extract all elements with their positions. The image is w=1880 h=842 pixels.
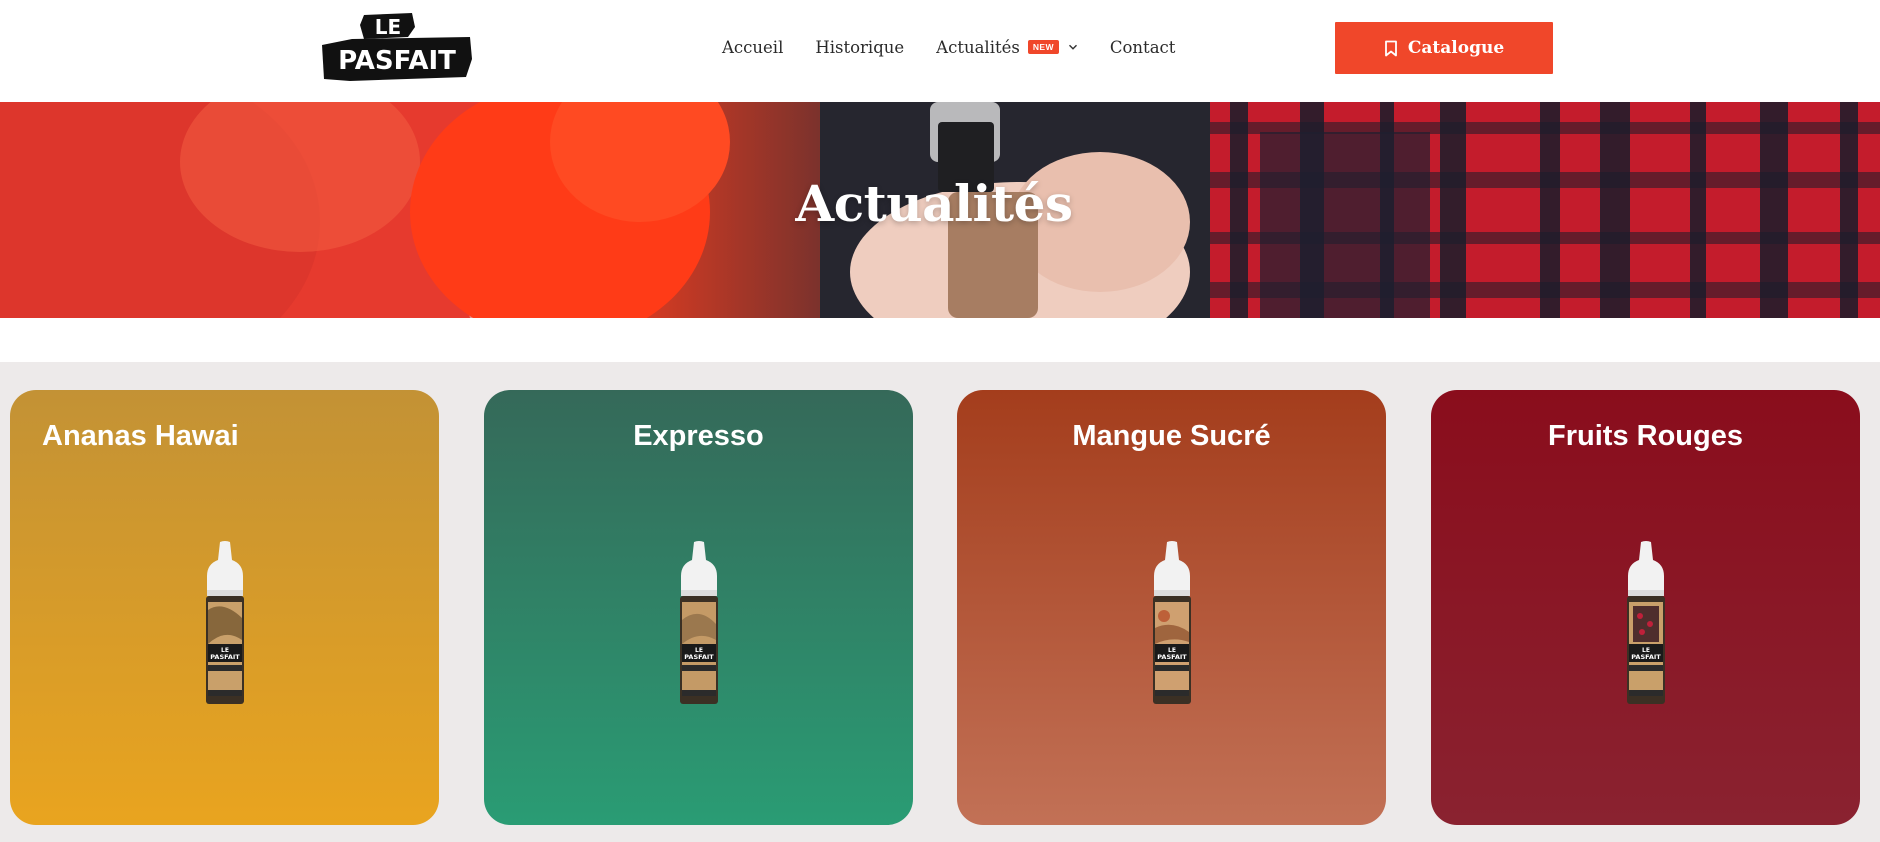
product-bottle-image: LE PASFAIT: [1627, 541, 1665, 704]
product-card-mangue-sucre[interactable]: Mangue Sucré LE PASFAIT: [957, 390, 1386, 825]
product-card-ananas-hawai[interactable]: Ananas Hawai LE PASFAIT: [10, 390, 439, 825]
nav-item-contact[interactable]: Contact: [1110, 38, 1176, 57]
catalogue-label: Catalogue: [1407, 38, 1505, 58]
product-bottle-image: LE PASFAIT: [206, 541, 244, 704]
nav-label: Accueil: [722, 37, 784, 57]
bookmark-icon: [1384, 40, 1397, 56]
svg-text:PASFAIT: PASFAIT: [684, 653, 714, 661]
svg-text:PASFAIT: PASFAIT: [210, 653, 240, 661]
product-card-title: Expresso: [633, 420, 764, 452]
nav-label: Contact: [1109, 37, 1176, 57]
product-card-expresso[interactable]: Expresso LE PASFAIT: [484, 390, 913, 825]
logo[interactable]: LE PASFAIT: [320, 11, 474, 83]
product-card-title: Mangue Sucré: [1072, 420, 1271, 452]
logo-text-bottom: PASFAIT: [338, 46, 456, 76]
nav-label: Actualités: [936, 37, 1020, 57]
chevron-down-icon[interactable]: [1068, 42, 1078, 52]
catalogue-button[interactable]: Catalogue: [1335, 22, 1553, 74]
nav-label: Historique: [815, 37, 905, 57]
logo-text-top: LE: [375, 15, 401, 39]
product-card-title: Ananas Hawai: [42, 420, 239, 452]
svg-text:PASFAIT: PASFAIT: [1631, 653, 1661, 661]
product-bottle-image: LE PASFAIT: [1153, 541, 1191, 704]
spacer: [0, 318, 1880, 362]
svg-text:PASFAIT: PASFAIT: [1157, 653, 1187, 661]
nav-item-historique[interactable]: Historique: [815, 38, 904, 57]
nav-item-actualites[interactable]: Actualités NEW: [936, 38, 1078, 57]
hero-banner: Actualités: [0, 102, 1880, 318]
page-title: Actualités: [795, 174, 1073, 233]
product-card-fruits-rouges[interactable]: Fruits Rouges LE PASFAIT: [1431, 390, 1860, 825]
main-nav: Accueil Historique Actualités NEW Contac…: [722, 34, 1207, 60]
site-header: LE PASFAIT Accueil Historique Actualités…: [0, 0, 1880, 102]
new-badge: NEW: [1027, 40, 1059, 54]
product-card-title: Fruits Rouges: [1548, 420, 1743, 452]
nav-item-accueil[interactable]: Accueil: [722, 38, 783, 57]
product-bottle-image: LE PASFAIT: [680, 541, 718, 704]
